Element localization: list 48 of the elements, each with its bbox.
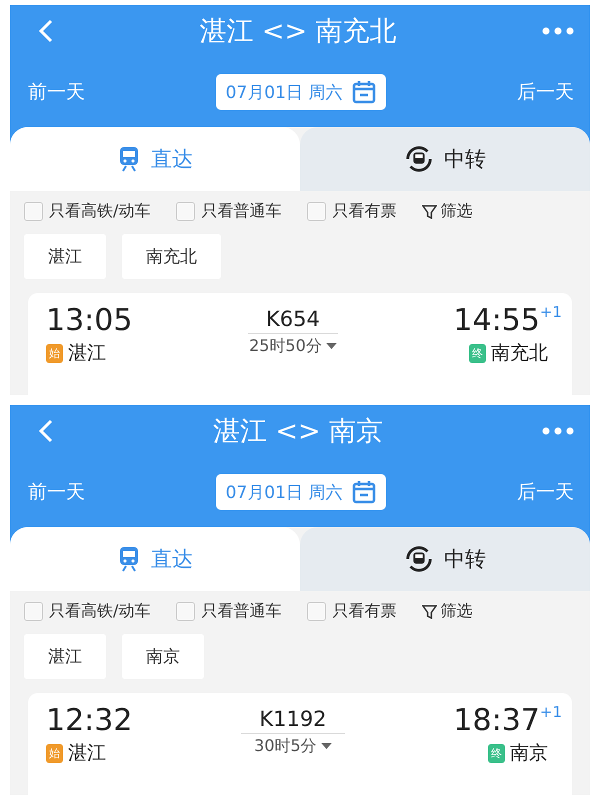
transfer-train-icon <box>404 544 434 574</box>
train-icon <box>117 146 141 172</box>
filter-icon <box>422 204 438 219</box>
station-chip[interactable]: 南充北 <box>122 234 221 279</box>
filter-button[interactable]: 筛选 <box>422 601 472 622</box>
filter-checkbox[interactable]: 只看有票 <box>307 601 396 622</box>
end-badge: 终 <box>488 744 505 762</box>
filter-checkbox[interactable]: 只看有票 <box>307 201 396 222</box>
filter-button[interactable]: 筛选 <box>422 201 472 222</box>
start-badge: 始 <box>46 344 63 362</box>
station-chip[interactable]: 湛江 <box>24 634 106 679</box>
calendar-icon <box>352 80 376 104</box>
station-chip[interactable]: 湛江 <box>24 234 106 279</box>
arrival-station: 南京 <box>510 741 548 766</box>
filter-checkbox[interactable]: 只看高铁/动车 <box>24 601 150 622</box>
day-offset: +1 <box>540 703 562 721</box>
route-title: 湛江 <> 南充北 <box>199 15 397 49</box>
caret-icon[interactable] <box>326 343 337 350</box>
tab[interactable]: 中转 <box>300 527 590 591</box>
departure-time: 12:32 <box>46 703 132 738</box>
arrival-time: 18:37 <box>453 703 540 738</box>
train-number: K654 <box>248 307 338 334</box>
filter-checkbox[interactable]: 只看高铁/动车 <box>24 201 150 222</box>
day-offset: +1 <box>540 303 562 321</box>
back-icon[interactable] <box>38 19 54 43</box>
filter-checkbox[interactable]: 只看普通车 <box>176 201 282 222</box>
train-number: K1192 <box>241 707 345 734</box>
duration: 30时5分 <box>254 736 317 757</box>
tab[interactable]: 中转 <box>300 127 590 191</box>
arrival-station: 南充北 <box>490 341 548 366</box>
calendar-icon <box>352 480 376 504</box>
departure-time: 13:05 <box>46 303 132 338</box>
departure-station: 湛江 <box>68 341 106 366</box>
end-badge: 终 <box>468 344 486 362</box>
transfer-train-icon <box>404 144 434 174</box>
duration: 25时50分 <box>249 336 322 357</box>
back-icon[interactable] <box>38 419 54 443</box>
caret-icon[interactable] <box>320 743 332 750</box>
train-icon <box>117 546 141 572</box>
route-title: 湛江 <> 南京 <box>212 415 384 449</box>
more-icon[interactable] <box>542 427 574 435</box>
more-icon[interactable] <box>542 27 574 35</box>
station-chip[interactable]: 南京 <box>122 634 204 679</box>
filter-checkbox[interactable]: 只看普通车 <box>176 601 282 622</box>
departure-station: 湛江 <box>68 741 106 766</box>
start-badge: 始 <box>46 744 63 762</box>
arrival-time: 14:55 <box>453 303 540 338</box>
filter-icon <box>422 604 438 619</box>
